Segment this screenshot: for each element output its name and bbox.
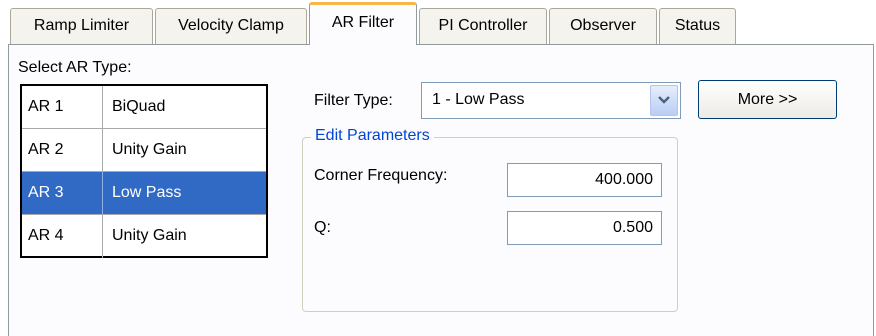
filter-type-label: Filter Type: (314, 92, 393, 109)
ar-row-3-selected[interactable]: AR 3 Low Pass (22, 172, 266, 215)
ar-row-1[interactable]: AR 1 BiQuad (22, 86, 266, 129)
q-label: Q: (314, 219, 331, 236)
tab-pi-controller[interactable]: PI Controller (419, 8, 547, 44)
ar-row-id: AR 4 (28, 227, 64, 244)
ar-row-type: Unity Gain (112, 141, 187, 158)
edit-parameters-legend: Edit Parameters (311, 127, 434, 145)
column-separator (102, 172, 103, 214)
ar-row-type: BiQuad (112, 98, 166, 115)
ar-row-type: Unity Gain (112, 227, 187, 244)
ar-row-type: Low Pass (112, 184, 182, 201)
ar-row-id: AR 1 (28, 98, 64, 115)
q-field[interactable]: 0.500 (507, 211, 662, 245)
dropdown-button[interactable] (650, 85, 678, 116)
ar-type-list: AR 1 BiQuad AR 2 Unity Gain AR 3 Low Pas… (20, 84, 268, 258)
filter-type-dropdown[interactable]: 1 - Low Pass (421, 82, 681, 119)
tab-ar-filter[interactable]: AR Filter (309, 2, 417, 45)
chevron-down-icon (658, 96, 670, 104)
corner-frequency-label: Corner Frequency: (314, 167, 448, 184)
corner-frequency-field[interactable]: 400.000 (507, 163, 662, 197)
select-ar-type-label: Select AR Type: (18, 59, 132, 76)
ar-row-id: AR 2 (28, 141, 64, 158)
tab-velocity-clamp[interactable]: Velocity Clamp (155, 8, 307, 44)
more-button[interactable]: More >> (698, 80, 837, 119)
ar-row-4[interactable]: AR 4 Unity Gain (22, 215, 266, 258)
ar-row-id: AR 3 (28, 184, 64, 201)
column-separator (102, 215, 103, 258)
column-separator (102, 129, 103, 171)
tab-ramp-limiter[interactable]: Ramp Limiter (10, 8, 153, 44)
filter-type-value: 1 - Low Pass (432, 91, 525, 108)
tab-status[interactable]: Status (659, 8, 736, 44)
ar-row-2[interactable]: AR 2 Unity Gain (22, 129, 266, 172)
tab-observer[interactable]: Observer (549, 8, 657, 44)
column-separator (102, 86, 103, 128)
